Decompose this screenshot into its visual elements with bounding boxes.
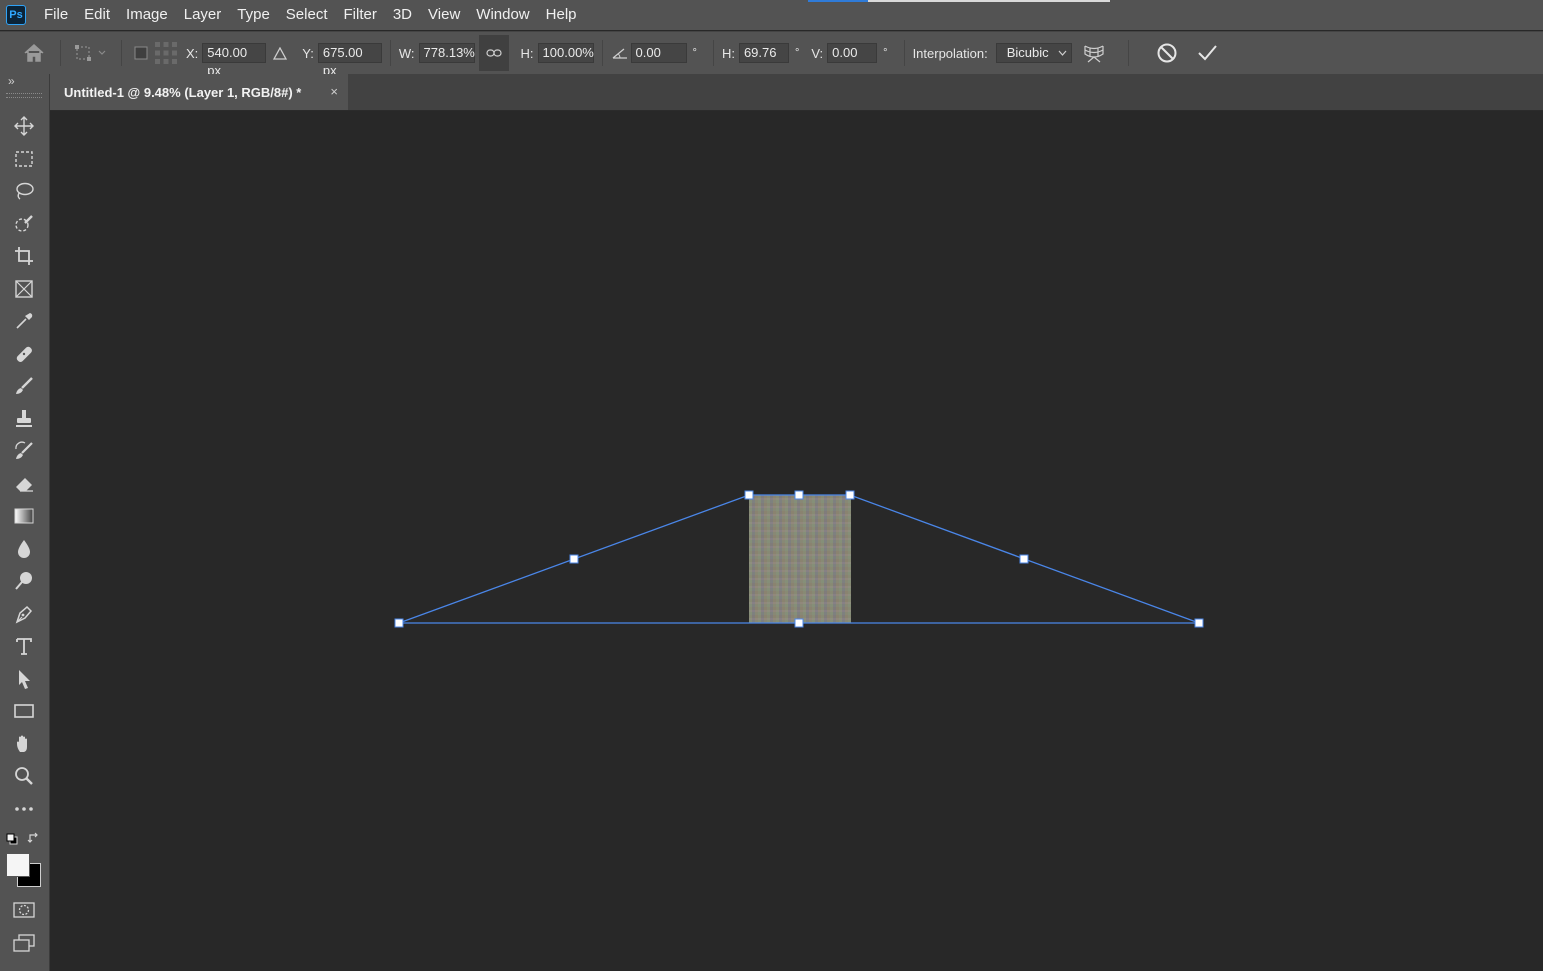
transform-handle-top-center[interactable] xyxy=(794,490,804,500)
transform-handle-bottom-center[interactable] xyxy=(794,618,804,628)
transform-handle-bottom-right[interactable] xyxy=(1194,618,1204,628)
transform-bounding-box[interactable] xyxy=(0,0,1543,971)
transform-outline xyxy=(398,494,1200,624)
transform-handle-middle-right[interactable] xyxy=(1019,554,1029,564)
transform-handle-bottom-left[interactable] xyxy=(394,618,404,628)
transform-handle-top-left[interactable] xyxy=(744,490,754,500)
transform-handle-middle-left[interactable] xyxy=(569,554,579,564)
transform-handle-top-right[interactable] xyxy=(845,490,855,500)
